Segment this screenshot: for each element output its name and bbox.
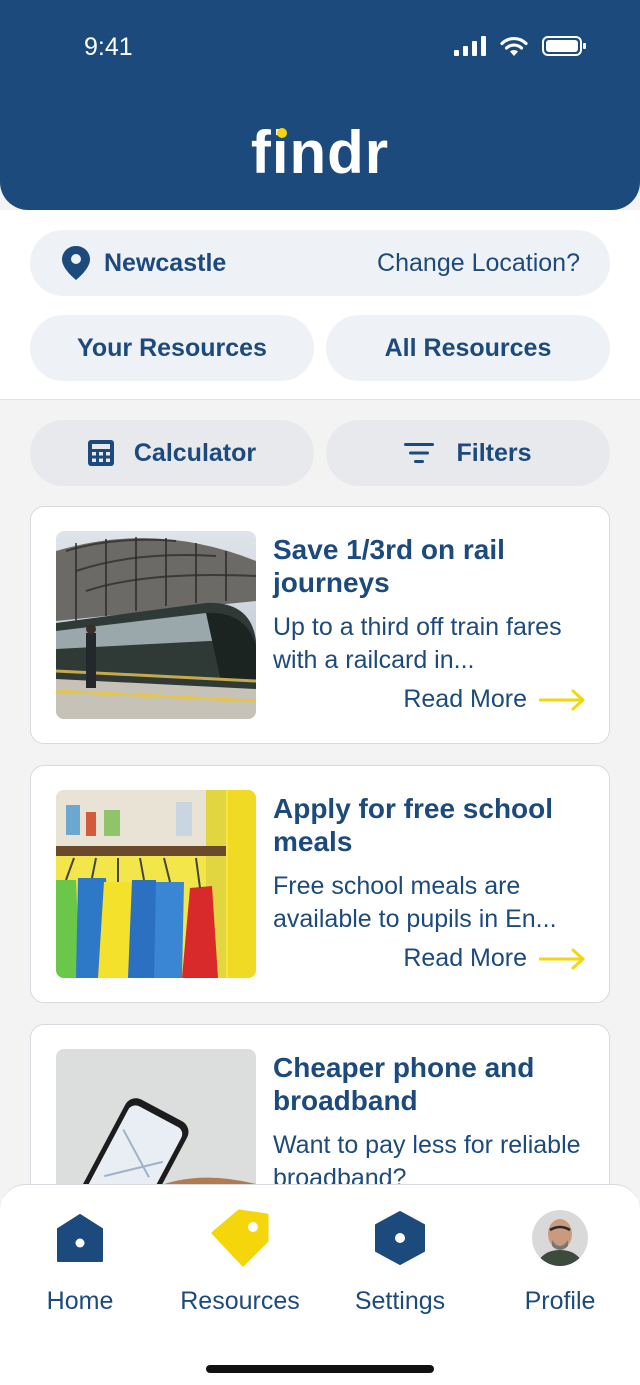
resource-card[interactable]: Save 1/3rd on rail journeys Up to a thir… (30, 506, 610, 744)
current-location: Newcastle (62, 246, 226, 280)
signal-icon (454, 36, 486, 56)
tab-label: Home (46, 1287, 114, 1315)
filters-button[interactable]: Filters (326, 420, 610, 486)
tab-home[interactable]: Home (0, 1207, 160, 1316)
tab-settings[interactable]: Settings (320, 1207, 480, 1316)
read-more-label: Read More (403, 685, 527, 713)
calculator-icon (87, 440, 114, 466)
tab-label: Resources (180, 1287, 300, 1315)
arrow-right-icon (539, 948, 585, 969)
location-city: Newcastle (104, 248, 227, 277)
status-icons (454, 36, 586, 56)
tab-profile[interactable]: Profile (480, 1207, 640, 1316)
read-more-label: Read More (403, 944, 527, 972)
resource-title: Cheaper phone and broadband (273, 1052, 535, 1116)
filter-icon (404, 443, 435, 463)
your-resources-button[interactable]: Your Resources (30, 315, 314, 381)
tab-label: Profile (524, 1287, 596, 1315)
calculator-button[interactable]: Calculator (30, 420, 314, 486)
calculator-label: Calculator (133, 438, 257, 467)
resource-description: Free school meals are available to pupil… (273, 872, 557, 933)
all-resources-button[interactable]: All Resources (326, 315, 610, 381)
read-more-link[interactable]: Read More (403, 685, 585, 714)
home-icon (57, 1214, 103, 1262)
home-indicator (206, 1365, 434, 1373)
change-location-link[interactable]: Change Location? (377, 249, 580, 278)
bottom-tab-bar: Home Resources Settings Profile (0, 1184, 640, 1385)
resource-title: Save 1/3rd on rail journeys (273, 534, 505, 598)
hexagon-settings-icon (375, 1211, 425, 1265)
resource-description: Up to a third off train fares with a rai… (273, 613, 562, 674)
school-bags-image (56, 790, 256, 978)
arrow-right-icon (539, 689, 585, 710)
battery-icon (542, 36, 586, 56)
resource-title: Apply for free school meals (273, 793, 554, 857)
map-pin-icon (62, 246, 90, 280)
avatar (532, 1210, 588, 1266)
read-more-link[interactable]: Read More (403, 944, 585, 973)
status-time: 9:41 (84, 33, 133, 61)
tab-label: Settings (354, 1287, 446, 1315)
train-station-image (56, 531, 256, 719)
resource-card[interactable]: Apply for free school meals Free school … (30, 765, 610, 1003)
location-bar: Newcastle Change Location? (30, 230, 610, 296)
filters-label: Filters (456, 438, 532, 467)
tag-icon (211, 1209, 269, 1267)
tab-resources[interactable]: Resources (160, 1207, 320, 1316)
wifi-icon (500, 36, 528, 56)
logo-dot (277, 128, 287, 138)
app-logo: findr (250, 119, 390, 186)
